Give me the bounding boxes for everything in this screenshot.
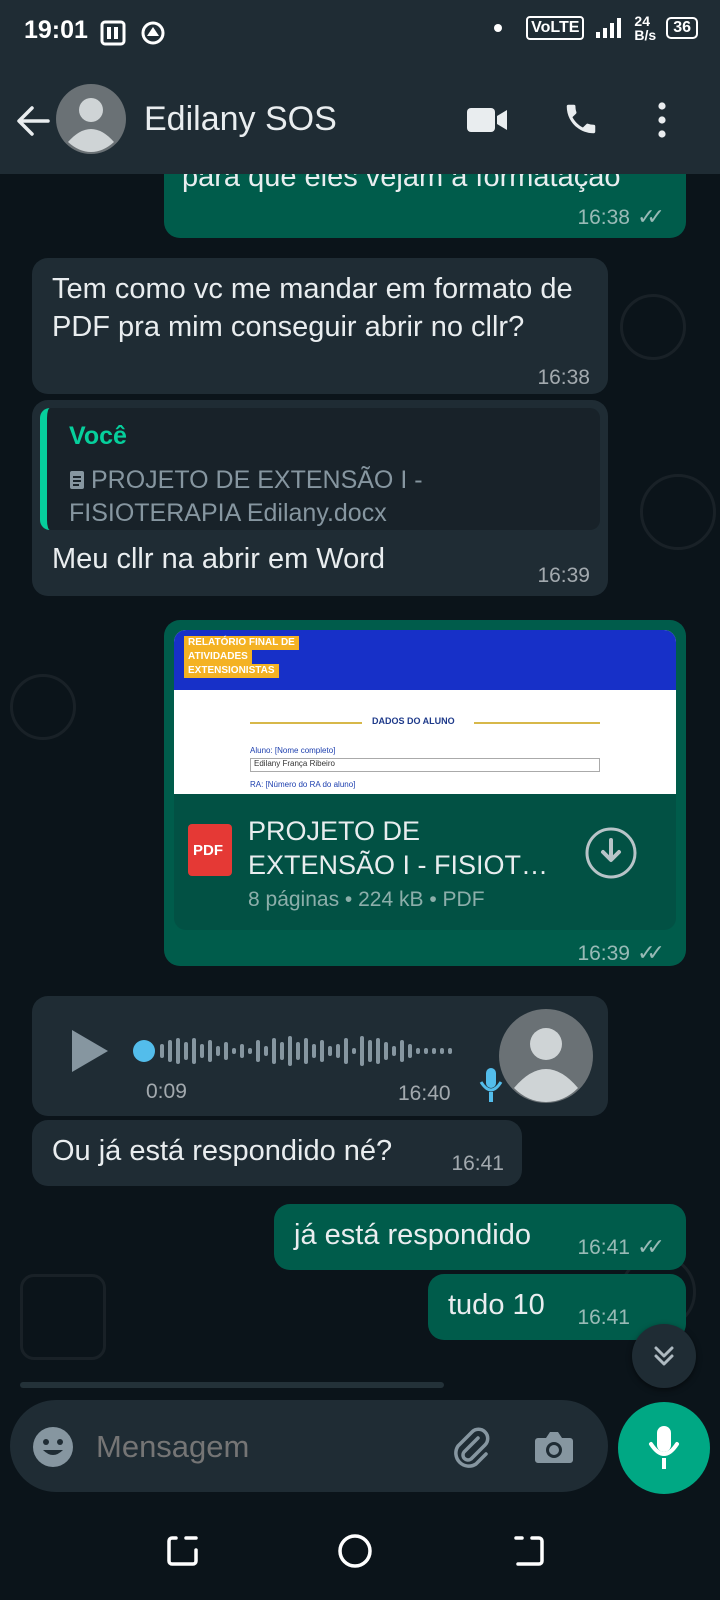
pdf-file-icon: PDF (188, 824, 232, 876)
message-bubble-document[interactable]: RELATÓRIO FINAL DE ATIVIDADES EXTENSIONI… (164, 620, 686, 966)
read-ticks-icon: ✓✓ (637, 940, 665, 965)
status-right-cluster: VoLTE 24 B/s 36 (494, 14, 698, 42)
message-time: 16:41 (451, 1152, 504, 1175)
voice-duration: 0:09 (146, 1080, 187, 1103)
document-file-name: PROJETO DE EXTENSÃO I - FISIOT… (248, 816, 549, 880)
notification-app-icon-2 (141, 21, 165, 45)
message-text: Tem como vc me mandar em formato de PDF … (52, 273, 573, 343)
message-time: 16:41 (577, 1236, 630, 1259)
play-icon[interactable] (68, 1026, 112, 1076)
wallpaper-doodle (20, 1274, 106, 1360)
message-time: 16:38 (537, 366, 590, 389)
notification-app-icon (100, 20, 126, 46)
mic-icon (649, 1426, 679, 1469)
paperclip-icon[interactable] (448, 1424, 492, 1468)
wallpaper-doodle (620, 294, 686, 360)
chevrons-down-icon (654, 1346, 674, 1366)
net-speed: 24 B/s (634, 13, 657, 43)
preview-field-label-2: RA: [Número do RA do aluno] (250, 780, 356, 789)
quote-text: PROJETO DE EXTENSÃO I - FISIOTERAPIA Edi… (69, 466, 423, 527)
message-bubble-outgoing[interactable]: para que eles vejam a formatação 16:38 ✓… (164, 174, 686, 238)
voice-waveform[interactable] (130, 1026, 490, 1076)
contact-avatar[interactable] (56, 84, 126, 154)
emoji-icon[interactable] (32, 1426, 74, 1468)
scroll-to-bottom-button[interactable] (632, 1324, 696, 1388)
phone-icon[interactable] (562, 100, 600, 138)
status-dot-icon (494, 24, 503, 32)
status-bar: 19:01 VoLTE 24 B/s 36 (0, 0, 720, 68)
status-time: 19:01 (24, 16, 88, 44)
preview-rule-right (474, 722, 600, 724)
message-time: 16:39 (537, 564, 590, 587)
message-text: Meu cllr na abrir em Word (52, 543, 386, 575)
message-bubble-incoming[interactable]: Ou já está respondido né? 16:41 (32, 1120, 522, 1186)
message-text: tudo 10 (448, 1289, 545, 1321)
message-bubble-incoming[interactable]: Tem como vc me mandar em formato de PDF … (32, 258, 608, 394)
wallpaper-doodle (10, 674, 76, 740)
signal-icon (596, 18, 622, 38)
mic-icon (479, 1068, 503, 1102)
message-bubble-incoming-reply[interactable]: Você PROJETO DE EXTENSÃO I - FISIOTERAPI… (32, 400, 608, 596)
message-text: para que eles vejam a formatação (182, 174, 621, 193)
video-camera-icon[interactable] (466, 106, 508, 134)
quote-author: Você (69, 422, 127, 450)
recent-apps-icon[interactable] (166, 1534, 200, 1568)
document-meta: 8 páginas • 224 kB • PDF (248, 888, 485, 911)
document-card[interactable]: RELATÓRIO FINAL DE ATIVIDADES EXTENSIONI… (174, 630, 676, 930)
message-time: 16:41 (577, 1306, 630, 1329)
preview-section-title: DADOS DO ALUNO (372, 716, 455, 726)
home-icon[interactable] (336, 1532, 374, 1570)
more-vert-icon[interactable] (652, 100, 672, 140)
camera-icon[interactable] (532, 1424, 576, 1468)
preview-banner-text: RELATÓRIO FINAL DE ATIVIDADES EXTENSIONI… (184, 636, 299, 678)
document-preview[interactable]: RELATÓRIO FINAL DE ATIVIDADES EXTENSIONI… (174, 630, 676, 794)
message-input[interactable] (94, 1418, 428, 1476)
message-text: já está respondido (294, 1219, 531, 1251)
arrow-left-icon[interactable] (14, 102, 52, 140)
preview-field-label: Aluno: [Nome completo] (250, 746, 336, 755)
message-time: 16:38 (577, 206, 630, 229)
read-ticks-icon: ✓✓ (637, 1234, 665, 1259)
wallpaper-doodle (640, 474, 716, 550)
sender-avatar (499, 1009, 593, 1103)
preview-rule-left (250, 722, 362, 724)
voice-record-button[interactable] (618, 1402, 710, 1494)
document-type: PDF (442, 888, 485, 911)
volte-badge: VoLTE (526, 16, 585, 40)
message-bubble-outgoing[interactable]: já está respondido 16:41 ✓✓ (274, 1204, 686, 1270)
message-time: 16:40 (398, 1082, 451, 1105)
document-size: 224 kB (358, 888, 424, 911)
download-icon[interactable] (584, 826, 638, 880)
back-nav-icon[interactable] (512, 1534, 546, 1568)
preview-field-value: Edilany França Ribeiro (250, 758, 600, 772)
system-nav-bar (0, 1500, 720, 1600)
partial-bubble-edge (20, 1382, 444, 1388)
message-bubble-voice[interactable]: 0:09 16:40 (32, 996, 608, 1116)
contact-name[interactable]: Edilany SOS (144, 100, 337, 139)
message-text: Ou já está respondido né? (52, 1135, 393, 1167)
chat-area[interactable]: para que eles vejam a formatação 16:38 ✓… (0, 174, 720, 1488)
quoted-message[interactable]: Você PROJETO DE EXTENSÃO I - FISIOTERAPI… (40, 408, 600, 530)
chat-header: Edilany SOS (0, 68, 720, 174)
message-composer[interactable] (10, 1400, 608, 1492)
read-ticks-icon: ✓✓ (637, 204, 665, 229)
message-time: 16:39 (577, 942, 630, 965)
battery-indicator: 36 (666, 17, 698, 39)
document-pages: 8 páginas (248, 888, 340, 911)
